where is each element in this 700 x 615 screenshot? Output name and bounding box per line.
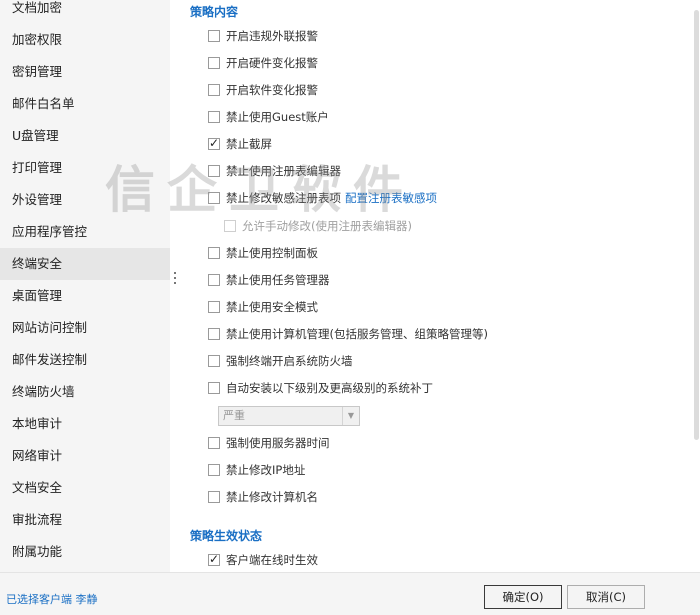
sidebar-item-endpoint-firewall[interactable]: 终端防火墙 — [0, 376, 170, 408]
checkbox[interactable] — [208, 191, 220, 204]
option-disable-regedit[interactable]: 禁止使用注册表编辑器 — [208, 162, 341, 180]
sidebar-item-mail-send-control[interactable]: 邮件发送控制 — [0, 344, 170, 376]
checkbox[interactable] — [208, 327, 220, 340]
chevron-down-icon[interactable]: ▼ — [342, 407, 359, 425]
sidebar-item-document-encryption[interactable]: 文档加密 — [0, 0, 170, 24]
sidebar-item-auxiliary[interactable]: 附属功能 — [0, 536, 170, 568]
checkbox[interactable] — [208, 436, 220, 449]
sidebar: 文档加密 加密权限 密钥管理 邮件白名单 U盘管理 打印管理 外设管理 应用程序… — [0, 0, 170, 572]
option-disable-control-panel[interactable]: 禁止使用控制面板 — [208, 244, 318, 262]
option-software-change-alarm[interactable]: 开启软件变化报警 — [208, 81, 318, 99]
checkbox[interactable] — [208, 354, 220, 367]
checkbox-disabled — [224, 219, 236, 232]
option-disable-guest[interactable]: 禁止使用Guest账户 — [208, 108, 329, 126]
option-hardware-change-alarm[interactable]: 开启硬件变化报警 — [208, 54, 318, 72]
sidebar-item-endpoint-security[interactable]: 终端安全 — [0, 248, 170, 280]
option-effective-online[interactable]: 客户端在线时生效 — [208, 550, 318, 569]
checkbox-checked[interactable] — [208, 550, 220, 568]
option-force-server-time[interactable]: 强制使用服务器时间 — [208, 434, 330, 452]
checkbox[interactable] — [208, 273, 220, 286]
option-outreach-alarm[interactable]: 开启违规外联报警 — [208, 27, 318, 45]
option-disable-sensitive-registry[interactable]: 禁止修改敏感注册表项 配置注册表敏感项 — [208, 189, 437, 207]
checkbox[interactable] — [208, 56, 220, 69]
checkbox[interactable] — [208, 164, 220, 177]
selected-client-status: 已选择客户端 李静 — [6, 593, 98, 606]
checkbox[interactable] — [208, 463, 220, 476]
checkbox[interactable] — [208, 300, 220, 313]
option-disable-task-manager[interactable]: 禁止使用任务管理器 — [208, 271, 330, 289]
sidebar-item-desktop-management[interactable]: 桌面管理 — [0, 280, 170, 312]
sidebar-item-peripheral-management[interactable]: 外设管理 — [0, 184, 170, 216]
sidebar-item-local-audit[interactable]: 本地审计 — [0, 408, 170, 440]
checkbox[interactable] — [208, 110, 220, 123]
sidebar-item-mail-whitelist[interactable]: 邮件白名单 — [0, 88, 170, 120]
sidebar-item-app-control[interactable]: 应用程序管控 — [0, 216, 170, 248]
policy-panel: 策略内容 开启违规外联报警 开启硬件变化报警 开启软件变化报警 禁止使用Gues… — [180, 0, 690, 572]
checkbox[interactable] — [208, 29, 220, 42]
ok-button[interactable]: 确定(O) — [484, 585, 562, 609]
option-auto-install-patches[interactable]: 自动安装以下级别及更高级别的系统补丁 — [208, 379, 433, 397]
footer: 已选择客户端 李静 确定(O) 取消(C) — [0, 572, 700, 615]
sidebar-item-key-management[interactable]: 密钥管理 — [0, 56, 170, 88]
scrollbar-thumb[interactable] — [694, 10, 699, 440]
sidebar-item-web-access-control[interactable]: 网站访问控制 — [0, 312, 170, 344]
sidebar-item-document-security[interactable]: 文档安全 — [0, 472, 170, 504]
checkbox[interactable] — [208, 381, 220, 394]
sidebar-item-approval-flow[interactable]: 审批流程 — [0, 504, 170, 536]
policy-section-title: 策略内容 — [190, 5, 239, 19]
effect-section-title: 策略生效状态 — [190, 529, 263, 543]
option-disable-safe-mode[interactable]: 禁止使用安全模式 — [208, 298, 318, 316]
option-disable-computer-rename[interactable]: 禁止修改计算机名 — [208, 488, 318, 506]
checkbox[interactable] — [208, 83, 220, 96]
sidebar-item-usb-management[interactable]: U盘管理 — [0, 120, 170, 152]
sidebar-item-encryption-permission[interactable]: 加密权限 — [0, 24, 170, 56]
option-disable-screenshot[interactable]: 禁止截屏 — [208, 134, 272, 153]
scrollbar[interactable] — [692, 0, 700, 572]
cancel-button[interactable]: 取消(C) — [567, 585, 645, 609]
checkbox[interactable] — [208, 246, 220, 259]
option-allow-manual-edit: 允许手动修改(使用注册表编辑器) — [224, 217, 412, 235]
sidebar-item-print-management[interactable]: 打印管理 — [0, 152, 170, 184]
option-force-firewall[interactable]: 强制终端开启系统防火墙 — [208, 352, 353, 370]
checkbox-checked[interactable] — [208, 134, 220, 152]
checkbox[interactable] — [208, 490, 220, 503]
option-disable-ip-change[interactable]: 禁止修改IP地址 — [208, 461, 305, 479]
splitter-handle[interactable] — [174, 272, 177, 288]
configure-registry-link[interactable]: 配置注册表敏感项 — [345, 191, 437, 205]
patch-level-select[interactable]: 严重 ▼ — [218, 406, 360, 426]
sidebar-item-network-audit[interactable]: 网络审计 — [0, 440, 170, 472]
option-disable-computer-management[interactable]: 禁止使用计算机管理(包括服务管理、组策略管理等) — [208, 325, 488, 343]
